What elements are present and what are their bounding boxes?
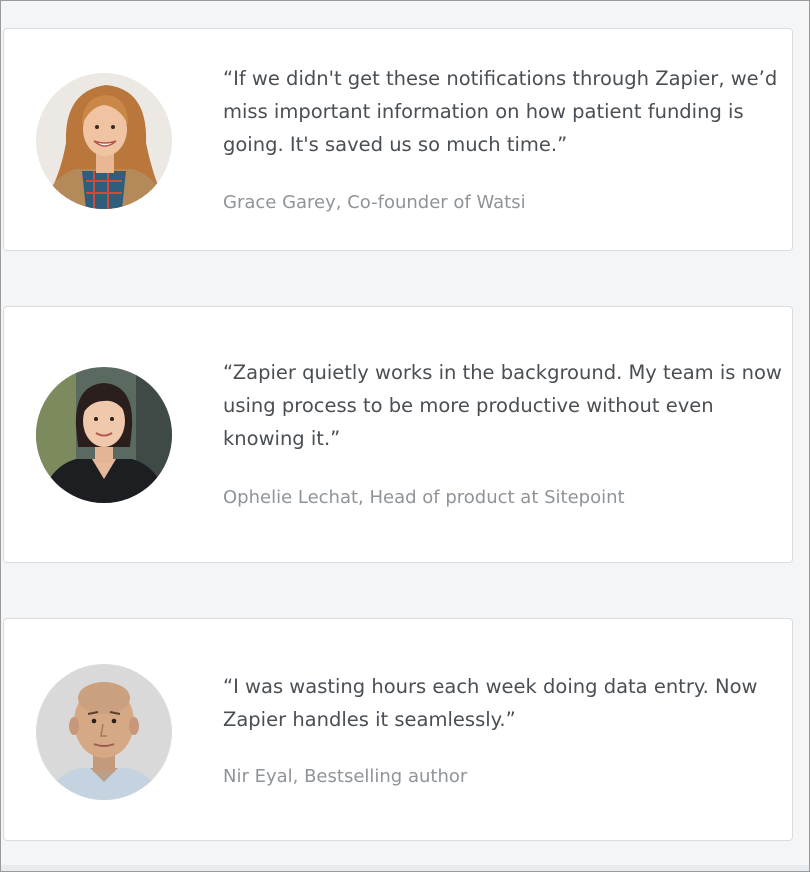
testimonial-quote: “If we didn't get these notifications th…	[223, 67, 778, 156]
testimonial-author: Grace Garey, Co-founder of Watsi	[223, 192, 526, 213]
avatar	[36, 73, 172, 209]
avatar	[36, 367, 172, 503]
testimonial-author: Ophelie Lechat, Head of product at Sitep…	[223, 487, 625, 508]
testimonial-card: “If we didn't get these notifications th…	[3, 28, 793, 251]
section-divider	[1, 865, 809, 871]
testimonial-quote: “Zapier quietly works in the background.…	[223, 361, 782, 450]
testimonial-card: “Zapier quietly works in the background.…	[3, 306, 793, 563]
testimonial-quote: “I was wasting hours each week doing dat…	[223, 675, 758, 731]
man-bald-avatar-icon	[36, 664, 172, 800]
woman-blonde-avatar-icon	[36, 73, 172, 209]
testimonial-author: Nir Eyal, Bestselling author	[223, 766, 468, 787]
testimonials-section: “If we didn't get these notifications th…	[0, 0, 810, 872]
testimonial-card: “I was wasting hours each week doing dat…	[3, 618, 793, 841]
avatar	[36, 664, 172, 800]
woman-dark-hair-avatar-icon	[36, 367, 172, 503]
